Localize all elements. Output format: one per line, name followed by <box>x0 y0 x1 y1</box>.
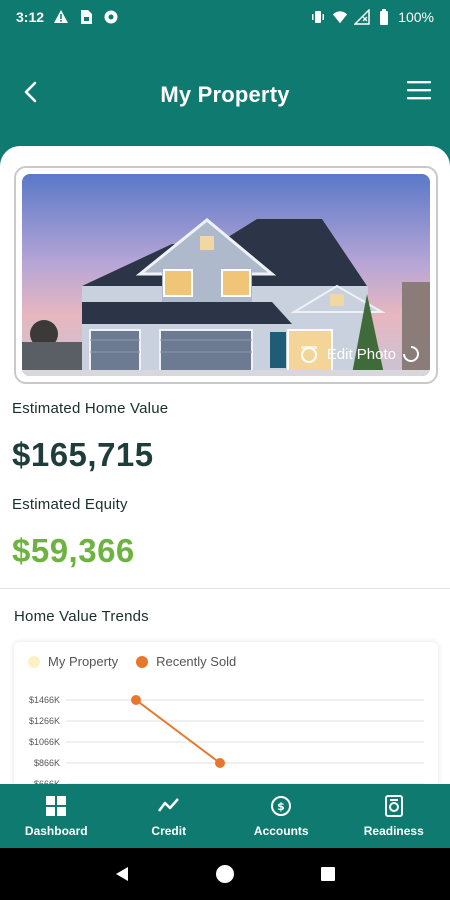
status-bar: 3:12 100% <box>0 0 450 34</box>
hamburger-menu-icon <box>407 81 431 100</box>
data-point[interactable] <box>215 758 225 768</box>
data-point[interactable] <box>131 695 141 705</box>
accounts-icon: $ <box>271 796 292 816</box>
warning-icon <box>53 9 69 25</box>
chart-plot: $1466K$1266K$1066K$866K$666K <box>29 695 424 784</box>
nav-label-credit: Credit <box>151 824 187 838</box>
nav-label-readiness: Readiness <box>363 824 424 838</box>
home-value-label: Estimated Home Value <box>12 400 169 417</box>
home-value: $165,715 <box>12 436 154 473</box>
system-nav-bar <box>0 848 450 900</box>
status-time: 3:12 <box>16 9 45 25</box>
sim-icon <box>78 9 94 25</box>
vibrate-icon <box>310 9 326 25</box>
edit-photo-button[interactable]: Edit Photo <box>297 344 420 364</box>
camera-icon <box>300 346 317 363</box>
system-home-button[interactable] <box>213 862 237 886</box>
signal-icon <box>354 9 370 25</box>
y-tick-label: $1466K <box>29 695 60 705</box>
y-tick-label: $1066K <box>29 737 60 747</box>
trends-title: Home Value Trends <box>14 608 149 625</box>
rotate-icon <box>403 346 419 362</box>
battery-icon <box>376 9 392 25</box>
y-tick-label: $866K <box>34 758 60 768</box>
equity-value: $59,366 <box>12 532 135 569</box>
page-title: My Property <box>160 82 290 107</box>
divider <box>0 588 450 589</box>
app-header: My Property <box>0 34 450 146</box>
property-photo-frame: Edit Photo <box>14 166 438 384</box>
nav-item-credit[interactable]: Credit <box>113 784 226 848</box>
nav-label-accounts: Accounts <box>253 824 309 838</box>
nav-item-readiness[interactable]: Readiness <box>338 784 450 848</box>
equity-label: Estimated Equity <box>12 496 128 513</box>
settings-icon <box>103 9 119 25</box>
dashboard-icon <box>46 796 67 816</box>
square-recents-icon <box>321 867 336 881</box>
edit-photo-label: Edit Photo <box>326 345 396 363</box>
triangle-back-icon <box>115 867 128 881</box>
y-tick-label: $1266K <box>29 716 60 726</box>
system-back-button[interactable] <box>110 862 134 886</box>
trend-icon <box>157 798 179 812</box>
property-photo: Edit Photo <box>22 174 430 376</box>
wifi-icon <box>332 9 348 25</box>
circle-home-icon <box>215 865 234 883</box>
menu-button[interactable] <box>406 78 432 102</box>
home-value-trends-chart: My Property Recently Sold $1466K $1266K $1… <box>14 642 438 784</box>
readiness-icon <box>384 795 403 817</box>
svg-text:$: $ <box>277 800 285 813</box>
nav-item-accounts[interactable]: $ Accounts <box>225 784 338 848</box>
bottom-nav: Dashboard Credit $ Accounts Readiness <box>0 784 450 848</box>
battery-percent: 100% <box>398 9 434 25</box>
system-recents-button[interactable] <box>316 862 340 886</box>
property-card: Edit Photo Estimated Home Value $165,715… <box>0 146 450 784</box>
series-line-recently-sold <box>135 699 221 764</box>
nav-item-dashboard[interactable]: Dashboard <box>0 784 113 848</box>
nav-label-dashboard: Dashboard <box>24 824 88 838</box>
